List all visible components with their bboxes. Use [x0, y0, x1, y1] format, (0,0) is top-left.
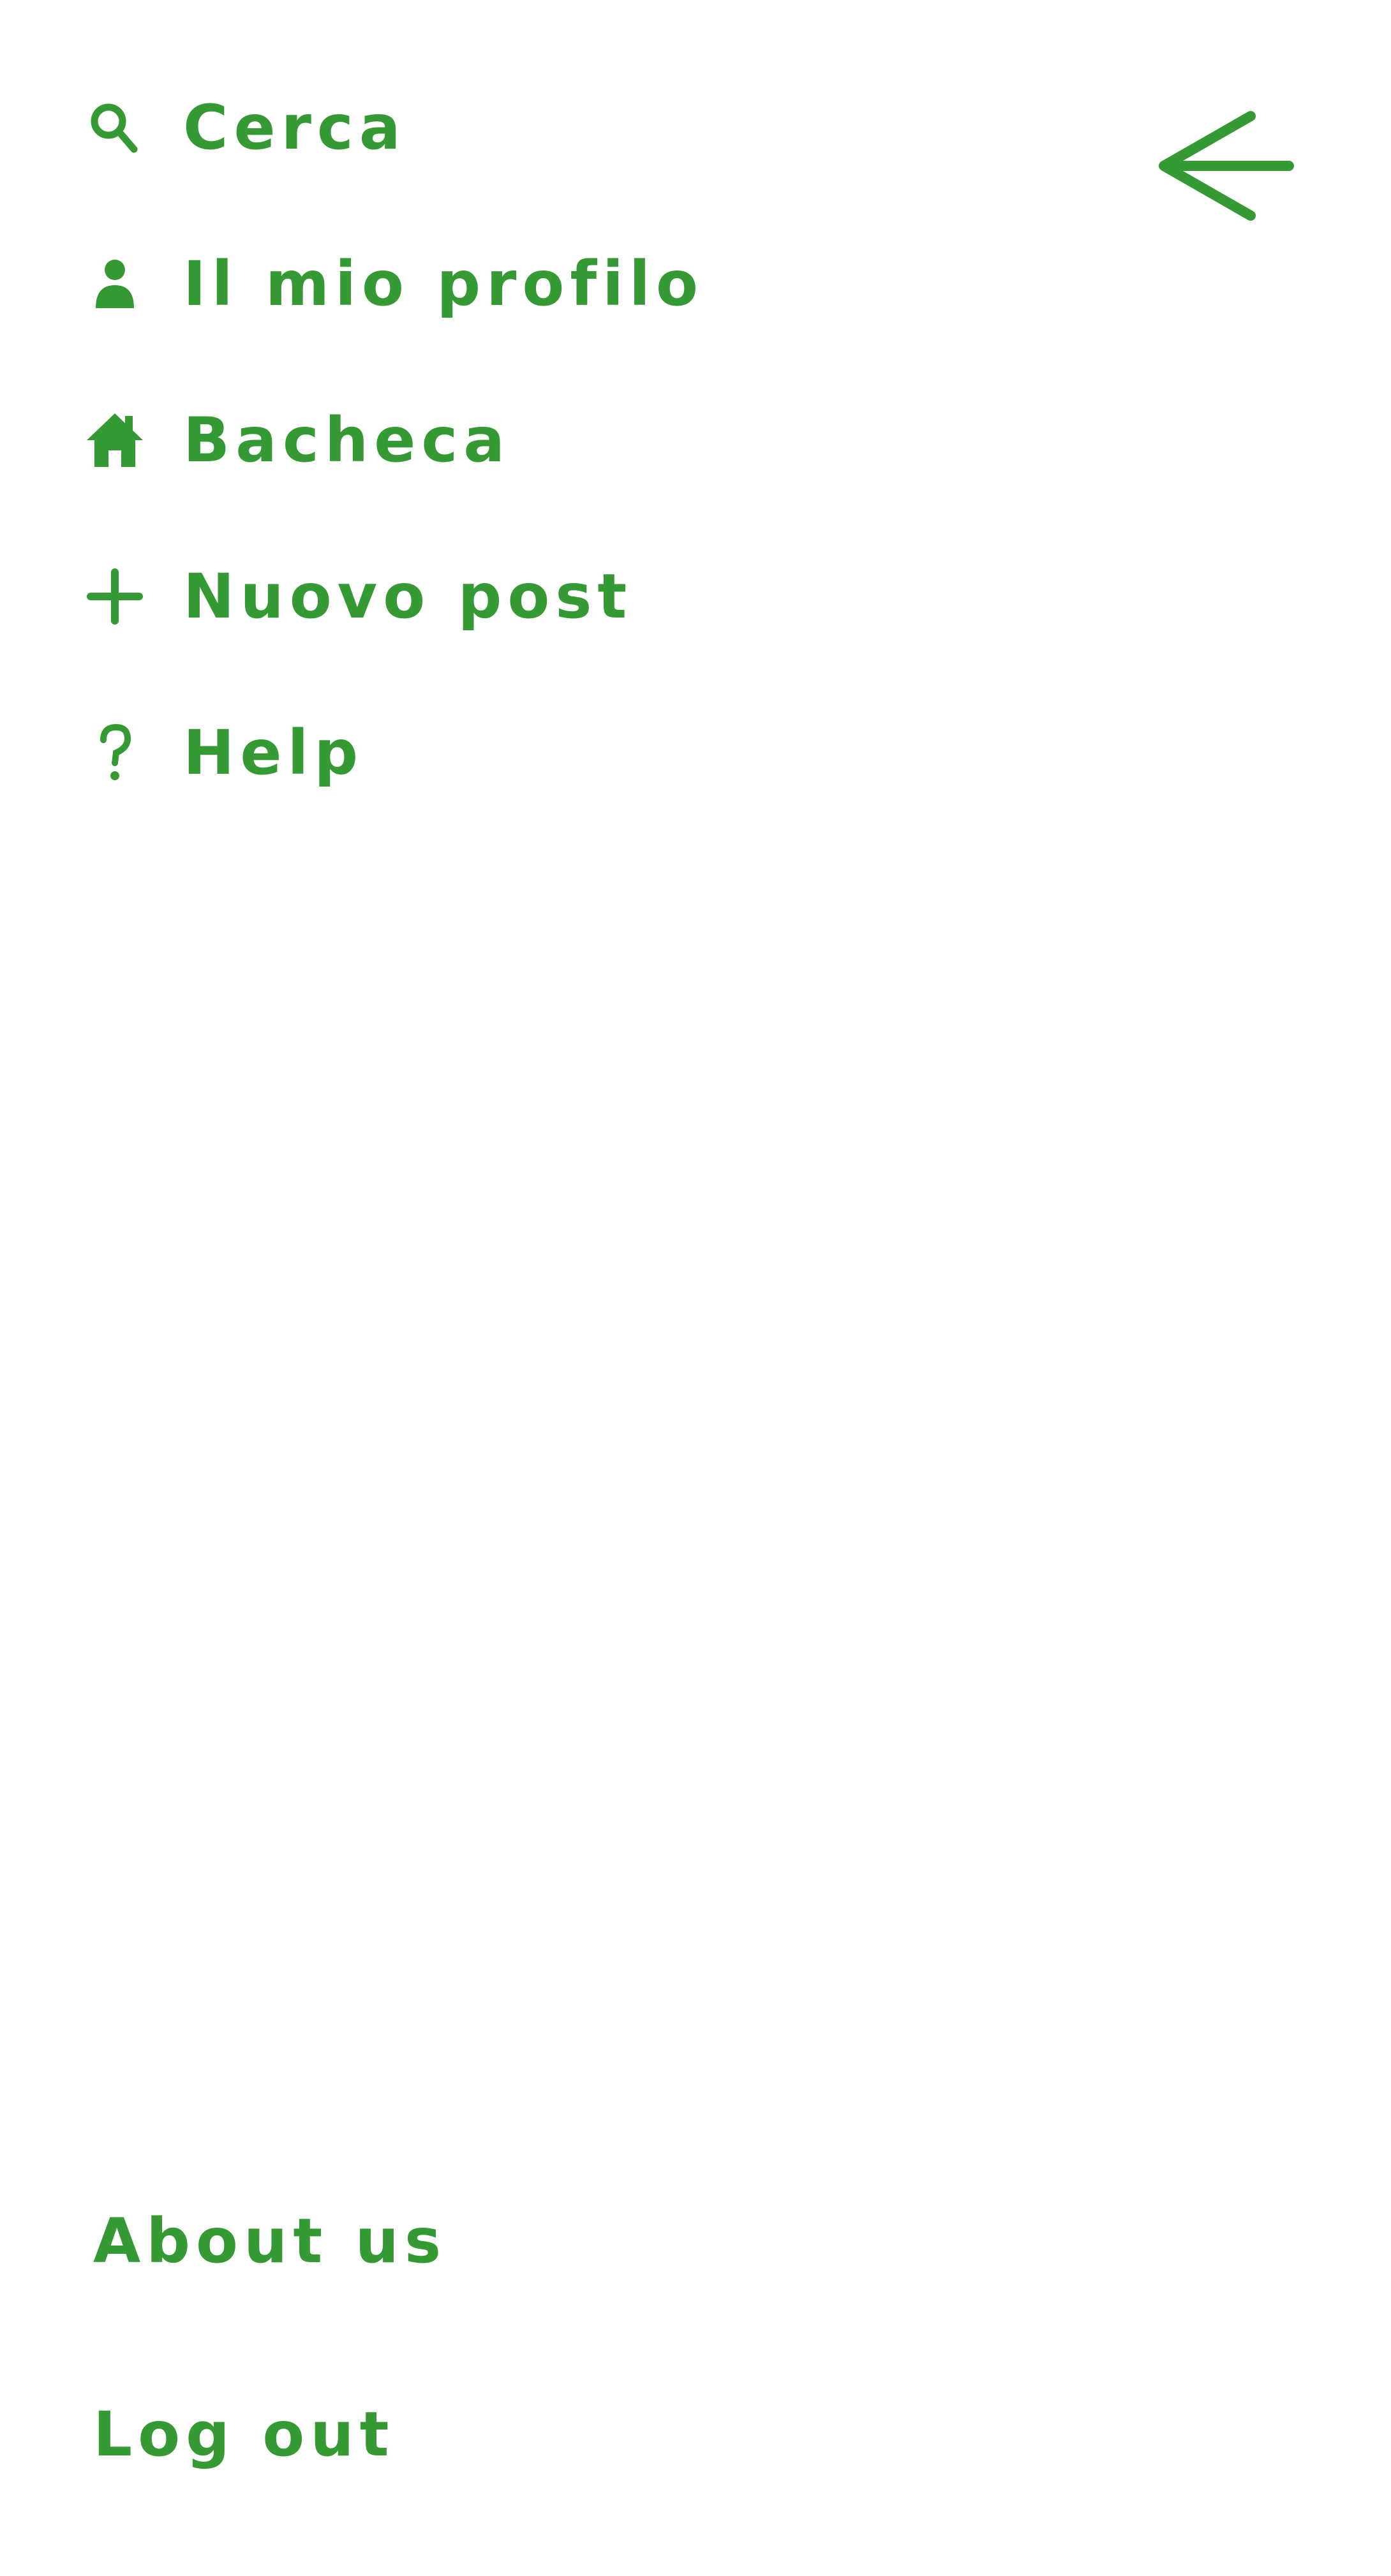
home-icon [83, 408, 147, 472]
about-us-link[interactable]: About us [93, 2210, 447, 2272]
menu-item-label: Bacheca [183, 404, 510, 476]
menu-item-label: Cerca [183, 92, 406, 163]
search-icon [83, 96, 147, 159]
arrow-left-icon [1159, 111, 1294, 221]
back-button[interactable] [1149, 102, 1302, 230]
menu-item-label: Nuovo post [183, 561, 633, 632]
question-icon [83, 721, 147, 785]
log-out-link[interactable]: Log out [93, 2404, 394, 2465]
menu-item-profile[interactable]: Il mio profilo [83, 220, 704, 348]
menu-item-label: Il mio profilo [183, 248, 704, 320]
menu-item-search[interactable]: Cerca [83, 64, 406, 191]
menu-item-board[interactable]: Bacheca [83, 376, 510, 504]
user-icon [83, 252, 147, 316]
plus-icon [83, 565, 147, 628]
menu-item-new-post[interactable]: Nuovo post [83, 533, 632, 660]
menu-item-help[interactable]: Help [83, 689, 364, 817]
menu-item-label: Help [183, 717, 364, 788]
